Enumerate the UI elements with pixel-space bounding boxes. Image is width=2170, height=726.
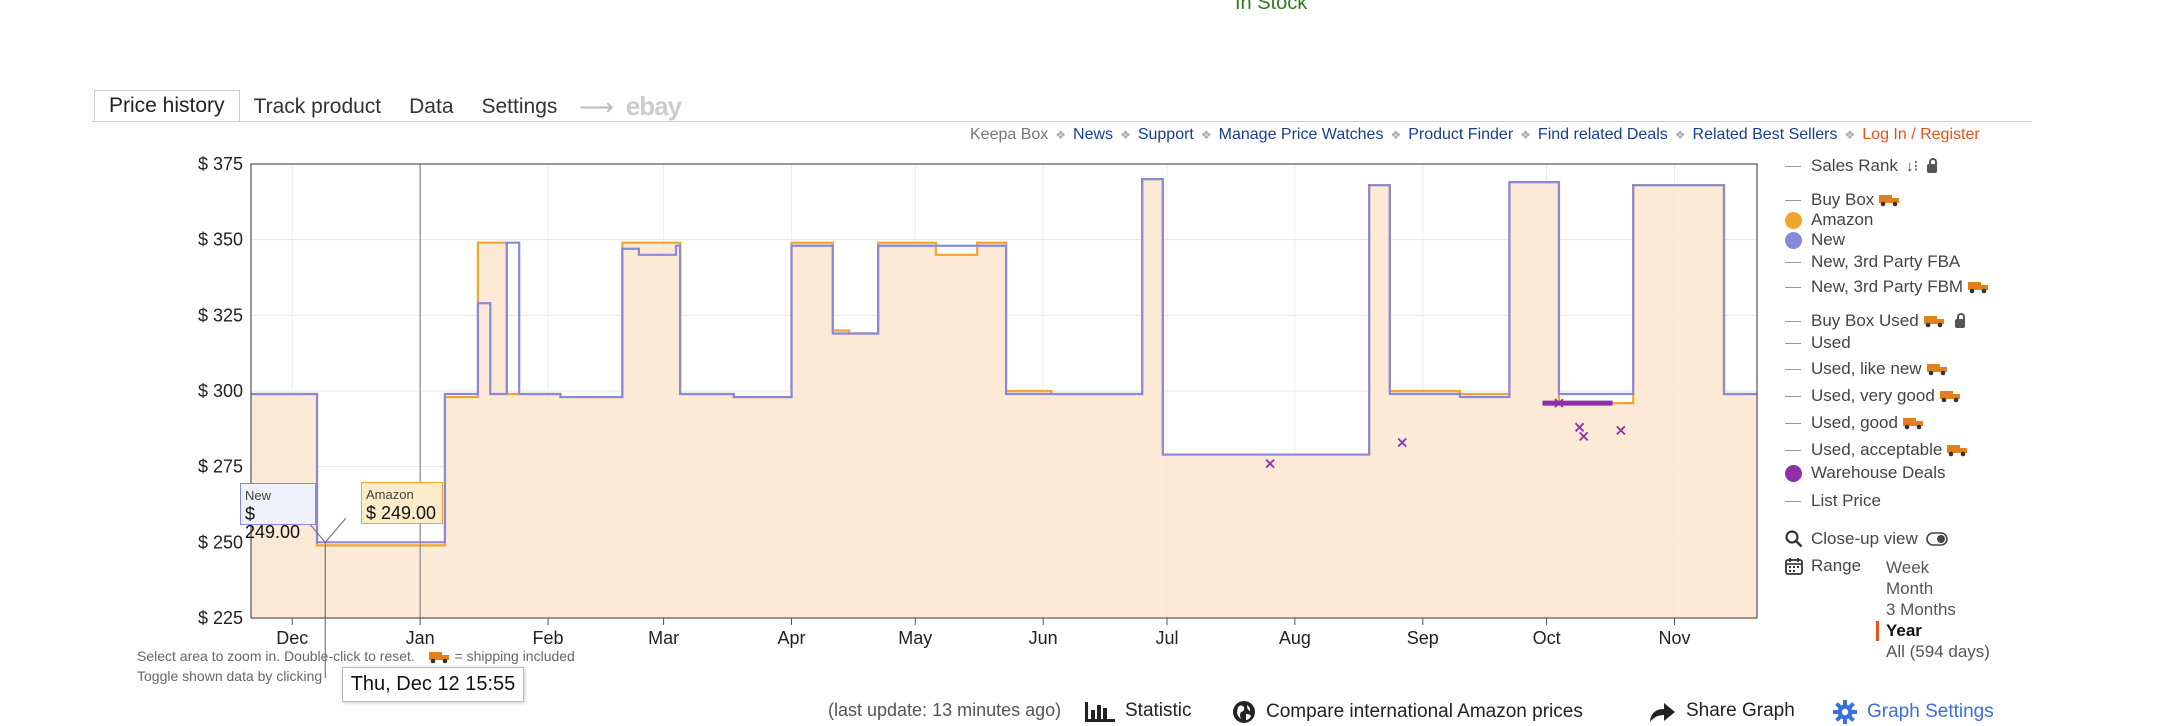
legend-dash (1785, 165, 1801, 167)
truck-icon (428, 652, 449, 664)
y-tick-label: $ 375 (198, 154, 243, 174)
legend-dash (1785, 422, 1801, 424)
y-tick-label: $ 225 (198, 608, 243, 628)
amazon-label-title: Amazon (366, 487, 414, 502)
legend-amazon[interactable]: Amazon (1785, 210, 1873, 230)
y-tick-label: $ 275 (198, 457, 243, 477)
legend-buy-box-used[interactable]: Buy Box Used (1785, 311, 1965, 331)
date-tooltip: Thu, Dec 12 15:55 (342, 667, 524, 702)
x-tick-label: Dec (276, 628, 308, 648)
legend-warehouse-deals[interactable]: Warehouse Deals (1785, 463, 1946, 483)
amazon-label-price: $ 249.00 (366, 503, 437, 523)
range-all[interactable]: All (594 days) (1886, 642, 1990, 662)
legend-used-acceptable[interactable]: Used, acceptable (1785, 440, 1969, 460)
legend-dash (1785, 342, 1801, 344)
y-tick-label: $ 300 (198, 381, 243, 401)
search-icon (1785, 530, 1803, 548)
amazon-price-label: Amazon $ 249.00 (361, 482, 443, 524)
bar-chart-icon (1085, 702, 1115, 722)
toggle-icon[interactable] (1925, 532, 1948, 546)
truck-icon (1947, 445, 1968, 457)
legend-new-fba[interactable]: New, 3rd Party FBA (1785, 252, 1960, 272)
x-tick-label: Jul (1155, 628, 1178, 648)
legend-sales-rank[interactable]: Sales Rank ↓⁝ (1785, 156, 1938, 176)
legend-used-very-good[interactable]: Used, very good (1785, 386, 1962, 406)
zoom-hint: Select area to zoom in. Double-click to … (137, 648, 575, 664)
x-tick-label: Nov (1658, 628, 1690, 648)
truck-icon (1968, 282, 1989, 294)
y-axis-labels: $ 225 $ 250 $ 275 $ 300 $ 325 $ 350 $ 375 (198, 154, 243, 628)
x-tick-label: May (898, 628, 932, 648)
share-graph-button[interactable]: Share Graph (1648, 700, 1795, 722)
legend-used-like-new[interactable]: Used, like new (1785, 359, 1949, 379)
new-label-price: $ 249.00 (245, 504, 301, 542)
legend-dash (1785, 320, 1801, 322)
amazon-dot-icon (1785, 211, 1802, 229)
truck-icon (1879, 195, 1900, 207)
x-tick-label: Mar (648, 628, 679, 648)
new-dot-icon (1785, 231, 1802, 249)
x-tick-label: Jun (1029, 628, 1058, 648)
x-axis-labels: Dec Jan Feb Mar Apr May Jun Jul Aug Sep Oct Nov (276, 628, 1690, 648)
legend-list-price[interactable]: List Price (1785, 491, 1881, 511)
legend-dash (1785, 395, 1801, 397)
globe-icon (1233, 701, 1255, 723)
graph-settings-button[interactable]: Graph Settings (1833, 700, 1994, 724)
amazon-label-connector (324, 517, 347, 543)
legend-dash (1785, 449, 1801, 451)
x-tick-label: Aug (1279, 628, 1311, 648)
toggle-hint: Toggle shown data by clicking (137, 668, 323, 684)
legend-dash (1785, 286, 1801, 288)
legend-dash (1785, 500, 1801, 502)
compare-prices-button[interactable]: Compare international Amazon prices (1232, 700, 1583, 724)
truck-icon (1923, 316, 1944, 328)
gear-icon (1833, 700, 1857, 724)
x-tick-label: Oct (1533, 628, 1561, 648)
range-month[interactable]: Month (1886, 579, 1933, 599)
new-label-title: New (245, 488, 272, 503)
truck-icon (1902, 418, 1923, 430)
range-label-row: Range (1785, 556, 1861, 576)
x-tick-label: Feb (533, 628, 564, 648)
x-tick-label: Apr (778, 628, 806, 648)
last-update: (last update: 13 minutes ago) (828, 700, 1062, 720)
share-icon (1650, 703, 1675, 722)
y-tick-label: $ 250 (198, 532, 243, 552)
statistic-button[interactable]: Statistic (1085, 700, 1192, 722)
y-tick-label: $ 350 (198, 230, 243, 250)
range-3-months[interactable]: 3 Months (1886, 600, 1956, 620)
x-tick-label: Sep (1407, 628, 1439, 648)
lock-icon (1927, 157, 1938, 173)
new-price-label: New $ 249.00 (240, 483, 316, 541)
truck-icon (1939, 391, 1960, 403)
legend-new[interactable]: New (1785, 230, 1845, 250)
lock-icon (1954, 312, 1965, 328)
range-year[interactable]: Year (1876, 621, 1922, 641)
truck-icon (1926, 364, 1947, 376)
range-week[interactable]: Week (1886, 558, 1929, 578)
x-tick-label: Jan (406, 628, 435, 648)
y-tick-label: $ 325 (198, 305, 243, 325)
legend-buy-box[interactable]: Buy Box (1785, 190, 1901, 210)
warehouse-dot-icon (1785, 464, 1802, 482)
calendar-icon (1785, 558, 1803, 575)
legend-dash (1785, 368, 1801, 370)
legend-new-fbm[interactable]: New, 3rd Party FBM (1785, 277, 1990, 297)
legend-dash (1785, 199, 1801, 201)
legend-used-good[interactable]: Used, good (1785, 413, 1925, 433)
legend-used[interactable]: Used (1785, 333, 1851, 353)
legend-dash (1785, 261, 1801, 263)
sort-icon: ↓⁝ (1905, 158, 1919, 175)
closeup-view-toggle[interactable]: Close-up view (1785, 529, 1948, 549)
